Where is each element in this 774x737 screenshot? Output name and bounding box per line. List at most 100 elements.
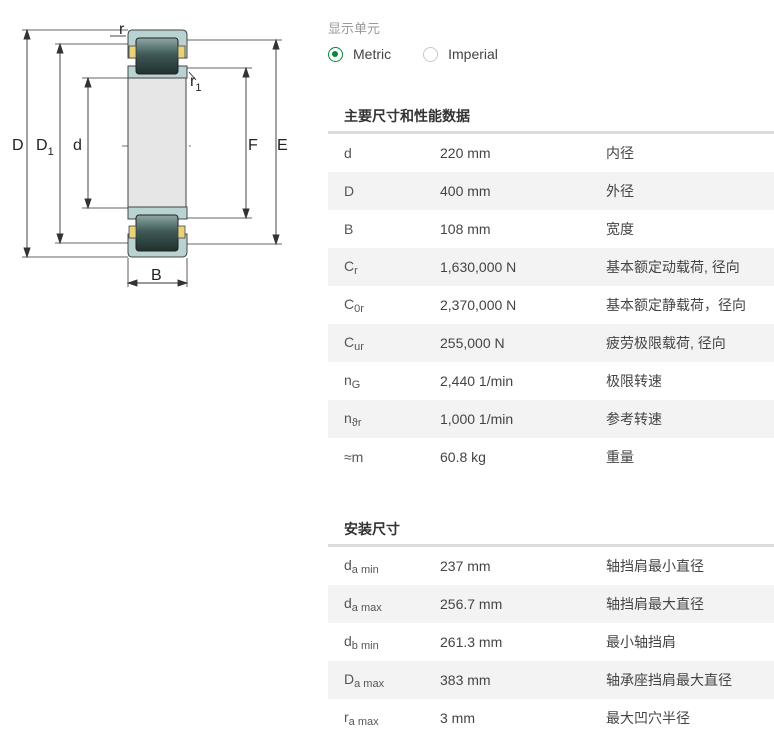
symbol-subscript: 0r: [354, 302, 364, 315]
symbol-cell: Da max: [328, 671, 440, 690]
symbol-cell: Cr: [328, 258, 440, 277]
radio-imperial[interactable]: Imperial: [423, 46, 498, 62]
symbol: n: [344, 409, 352, 426]
dim-label-D: D: [12, 137, 24, 154]
table-row: d 220 mm 内径: [328, 134, 774, 172]
table-row: ra max 3 mm 最大凹穴半径: [328, 699, 774, 737]
value-cell: 1,630,000 N: [440, 259, 517, 275]
symbol-subscript: G: [351, 378, 361, 391]
section-title-mounting: 安装尺寸: [328, 511, 774, 547]
symbol-cell: B: [328, 221, 440, 237]
dim-label-F: F: [248, 137, 258, 154]
description-cell: 参考转速: [606, 411, 662, 427]
description-cell: 外径: [606, 183, 634, 199]
symbol-subscript: a max: [354, 677, 385, 690]
table-row: Cur 255,000 N 疲劳极限载荷, 径向: [328, 324, 774, 362]
bearing-drawing: D D1 d F E B r r1: [0, 0, 310, 300]
value-cell: 60.8 kg: [440, 449, 486, 465]
description-cell: 轴挡肩最大直径: [606, 596, 704, 612]
unit-radio-group: Metric Imperial: [328, 46, 530, 62]
symbol-cell: nG: [328, 372, 440, 391]
mounting-table: da min 237 mm 轴挡肩最小直径 da max 256.7 mm 轴挡肩最大直径…: [328, 547, 774, 737]
description-cell: 基本额定动载荷, 径向: [606, 259, 740, 275]
symbol-cell: da min: [328, 557, 440, 576]
radio-unchecked-icon[interactable]: [423, 46, 439, 62]
symbol: C: [344, 333, 355, 350]
bearing-cross-section-diagram: D D1 d F E B r r1: [12, 21, 288, 287]
symbol-cell: C0r: [328, 296, 440, 315]
symbol-cell: nϑr: [328, 410, 440, 429]
dim-label-d: d: [73, 137, 82, 154]
description-cell: 极限转速: [606, 373, 662, 389]
value-cell: 255,000 N: [440, 335, 505, 351]
symbol-subscript: ϑr: [351, 416, 362, 429]
section-title-main: 主要尺寸和性能数据: [328, 98, 774, 134]
description-cell: 内径: [606, 145, 634, 161]
symbol: C: [344, 295, 355, 312]
radio-metric[interactable]: Metric: [328, 46, 391, 62]
symbol: D: [344, 670, 355, 687]
value-cell: 108 mm: [440, 221, 491, 237]
description-cell: 轴挡肩最小直径: [606, 558, 704, 574]
symbol-cell: da max: [328, 595, 440, 614]
table-row: Cr 1,630,000 N 基本额定动载荷, 径向: [328, 248, 774, 286]
dim-label-D1: D1: [36, 137, 54, 158]
description-cell: 基本额定静载荷，径向: [606, 297, 746, 313]
radio-checked-icon[interactable]: [328, 46, 343, 62]
symbol: n: [344, 371, 352, 388]
symbol-cell: d: [328, 145, 440, 161]
table-row: B 108 mm 宽度: [328, 210, 774, 248]
table-row: nϑr 1,000 1/min 参考转速: [328, 400, 774, 438]
symbol: d: [344, 145, 352, 161]
units-title: 显示单元: [328, 21, 381, 36]
symbol: D: [344, 183, 355, 199]
table-row: da max 256.7 mm 轴挡肩最大直径: [328, 585, 774, 623]
main-data-section: 主要尺寸和性能数据 d 220 mm 内径 D 400 mm 外径 B 108 mm 宽度 Cr 1…: [328, 98, 774, 476]
symbol-subscript: ur: [354, 340, 364, 353]
table-row: da min 237 mm 轴挡肩最小直径: [328, 547, 774, 585]
symbol: d: [344, 594, 352, 611]
symbol: d: [344, 556, 352, 573]
symbol-subscript: b min: [351, 639, 379, 652]
symbol: B: [344, 221, 354, 237]
dim-label-B: B: [151, 267, 162, 284]
description-cell: 重量: [606, 449, 634, 465]
symbol: d: [344, 632, 352, 649]
symbol: C: [344, 257, 355, 274]
table-row: C0r 2,370,000 N 基本额定静载荷，径向: [328, 286, 774, 324]
mounting-section: 安装尺寸 da min 237 mm 轴挡肩最小直径 da max 256.7 mm 轴挡…: [328, 511, 774, 737]
table-row: db min 261.3 mm 最小轴挡肩: [328, 623, 774, 661]
symbol-cell: ≈m: [328, 449, 440, 465]
value-cell: 400 mm: [440, 183, 491, 199]
table-row: D 400 mm 外径: [328, 172, 774, 210]
main-data-table: d 220 mm 内径 D 400 mm 外径 B 108 mm 宽度 Cr 1,630,000 N…: [328, 134, 774, 476]
radio-metric-label: Metric: [353, 46, 392, 62]
value-cell: 261.3 mm: [440, 634, 503, 650]
symbol-cell: db min: [328, 633, 440, 652]
description-cell: 疲劳极限载荷, 径向: [606, 335, 726, 351]
description-cell: 宽度: [606, 221, 634, 237]
description-cell: 最大凹穴半径: [606, 710, 690, 726]
table-row: Da max 383 mm 轴承座挡肩最大直径: [328, 661, 774, 699]
value-cell: 220 mm: [440, 145, 491, 161]
value-cell: 2,440 1/min: [440, 373, 514, 389]
radio-imperial-label: Imperial: [448, 46, 498, 62]
symbol-cell: D: [328, 183, 440, 199]
symbol: ≈m: [344, 449, 364, 465]
value-cell: 383 mm: [440, 672, 491, 688]
symbol-subscript: a max: [351, 601, 382, 614]
symbol-subscript: a min: [351, 563, 379, 576]
symbol-cell: Cur: [328, 334, 440, 353]
dim-label-r1: r1: [190, 73, 201, 94]
description-cell: 轴承座挡肩最大直径: [606, 672, 732, 688]
table-row: ≈m 60.8 kg 重量: [328, 438, 774, 476]
value-cell: 2,370,000 N: [440, 297, 517, 313]
symbol-cell: ra max: [328, 709, 440, 728]
symbol-subscript: a max: [348, 715, 379, 728]
dim-label-r: r: [119, 21, 125, 38]
value-cell: 3 mm: [440, 710, 475, 726]
dim-label-E: E: [277, 137, 288, 154]
description-cell: 最小轴挡肩: [606, 634, 676, 650]
symbol-subscript: r: [354, 264, 358, 277]
value-cell: 256.7 mm: [440, 596, 503, 612]
